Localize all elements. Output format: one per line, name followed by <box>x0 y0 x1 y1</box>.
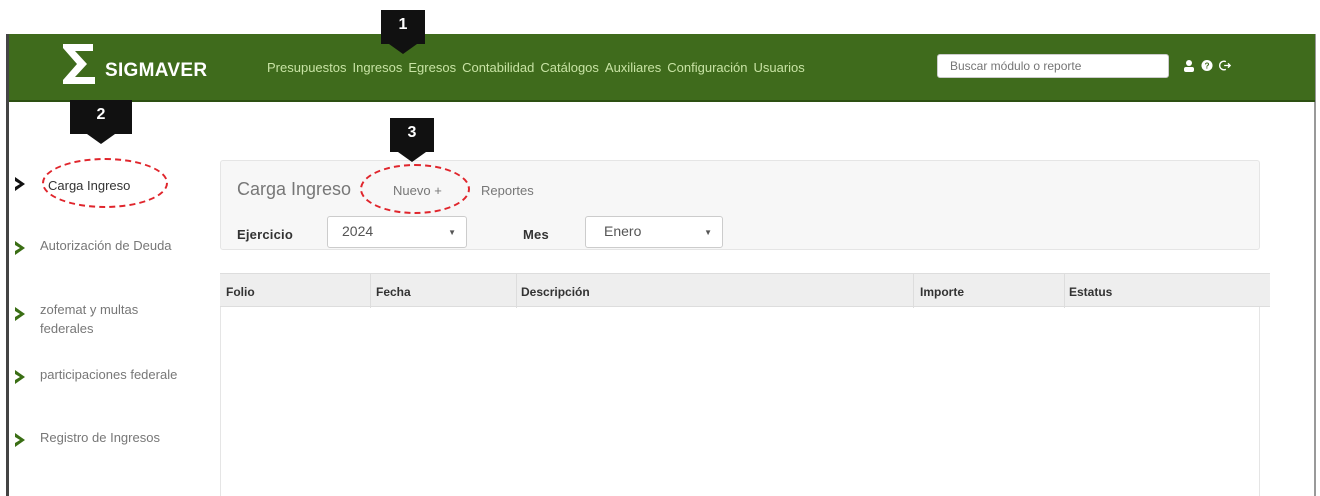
column-header-folio[interactable]: Folio <box>226 285 255 299</box>
sidebar-item-zofemat[interactable]: zofemat y multas federales <box>12 300 182 338</box>
app-logo[interactable]: SIGMAVER <box>59 42 207 86</box>
sidebar-item-label: Registro de Ingresos <box>40 430 160 445</box>
logout-icon[interactable] <box>1219 58 1231 72</box>
chevron-right-icon <box>15 370 25 384</box>
nav-ingresos[interactable]: Ingresos <box>353 60 403 75</box>
year-select[interactable]: 2024 ▼ <box>327 216 467 248</box>
sidebar-item-participaciones[interactable]: participaciones federale <box>12 365 177 385</box>
caret-down-icon: ▼ <box>704 228 712 237</box>
top-navbar: SIGMAVER Presupuestos Ingresos Egresos C… <box>9 34 1315 102</box>
column-header-estatus[interactable]: Estatus <box>1069 285 1112 299</box>
chevron-right-icon <box>15 241 25 255</box>
panel-title: Carga Ingreso <box>237 179 352 199</box>
top-icons: ? <box>1183 58 1231 72</box>
search-input[interactable] <box>937 54 1169 78</box>
month-label: Mes <box>523 227 549 242</box>
sidebar-item-autorizacion-deuda[interactable]: Autorización de Deuda <box>12 236 172 256</box>
user-icon[interactable] <box>1183 58 1195 72</box>
nav-catalogos[interactable]: Catálogos <box>540 60 599 75</box>
main-nav: Presupuestos Ingresos Egresos Contabilid… <box>267 60 811 75</box>
chevron-right-icon <box>15 307 25 321</box>
month-select-value: Enero <box>604 223 642 239</box>
svg-text:?: ? <box>1204 60 1209 70</box>
app-name: SIGMAVER <box>105 60 208 81</box>
column-divider <box>516 274 517 308</box>
caret-down-icon: ▼ <box>448 228 456 237</box>
column-divider <box>913 274 914 308</box>
column-divider <box>1064 274 1065 308</box>
column-header-importe[interactable]: Importe <box>920 285 964 299</box>
nav-auxiliares[interactable]: Auxiliares <box>605 60 661 75</box>
column-divider <box>370 274 371 308</box>
reports-link[interactable]: Reportes <box>481 183 534 198</box>
annotation-marker-1: 1 <box>381 10 425 54</box>
help-icon[interactable]: ? <box>1201 58 1213 72</box>
year-select-value: 2024 <box>342 223 374 239</box>
table-body <box>220 307 1260 496</box>
sidebar-item-label: Autorización de Deuda <box>40 238 172 253</box>
nav-configuracion[interactable]: Configuración <box>667 60 747 75</box>
nav-presupuestos[interactable]: Presupuestos <box>267 60 347 75</box>
sidebar-item-label: zofemat y multas federales <box>40 302 139 336</box>
year-label: Ejercicio <box>237 227 293 242</box>
sigma-logo-icon <box>63 44 95 84</box>
table-header: Folio Fecha Descripción Importe Estatus <box>220 273 1270 308</box>
highlight-ellipse-nuevo <box>360 164 470 214</box>
income-table: Folio Fecha Descripción Importe Estatus <box>220 273 1270 496</box>
sidebar-item-registro-ingresos[interactable]: Registro de Ingresos <box>12 428 160 448</box>
sidebar-item-label: participaciones federale <box>40 367 178 382</box>
chevron-right-icon <box>15 177 25 191</box>
highlight-ellipse-carga-ingreso <box>42 158 168 208</box>
annotation-marker-3: 3 <box>390 118 434 162</box>
column-header-descripcion[interactable]: Descripción <box>521 285 590 299</box>
nav-contabilidad[interactable]: Contabilidad <box>462 60 534 75</box>
nav-usuarios[interactable]: Usuarios <box>753 60 804 75</box>
column-header-fecha[interactable]: Fecha <box>376 285 411 299</box>
annotation-marker-2: 2 <box>70 100 132 144</box>
nav-egresos[interactable]: Egresos <box>408 60 456 75</box>
chevron-right-icon <box>15 433 25 447</box>
month-select[interactable]: Enero ▼ <box>585 216 723 248</box>
